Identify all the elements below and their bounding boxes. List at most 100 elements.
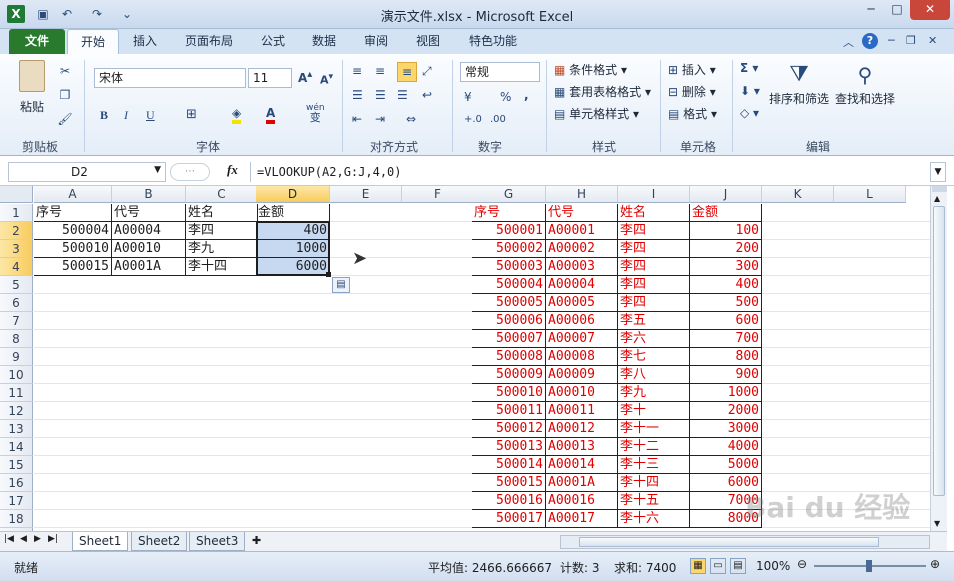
- right-table-cell[interactable]: 李十四: [618, 474, 690, 492]
- phonetic-icon[interactable]: wén 变: [306, 102, 325, 123]
- sort-filter-button[interactable]: ⧩ 排序和筛选: [768, 60, 830, 107]
- close-button[interactable]: ✕: [910, 0, 950, 20]
- right-table-cell[interactable]: 李四: [618, 294, 690, 312]
- split-box[interactable]: [932, 186, 947, 192]
- align-left-icon[interactable]: ☰: [352, 88, 363, 102]
- right-table-cell[interactable]: 500017: [472, 510, 546, 528]
- right-header-cell[interactable]: 姓名: [618, 204, 690, 222]
- right-table-cell[interactable]: A00009: [546, 366, 618, 384]
- align-middle-icon[interactable]: ≡: [375, 64, 385, 78]
- column-header-k[interactable]: K: [762, 186, 834, 203]
- tab-file[interactable]: 文件: [9, 29, 65, 54]
- borders-icon[interactable]: ⊞: [186, 107, 197, 122]
- column-header-b[interactable]: B: [112, 186, 186, 203]
- right-table-cell[interactable]: 500003: [472, 258, 546, 276]
- expand-formula-icon[interactable]: ▼: [930, 162, 946, 182]
- autosum-icon[interactable]: Σ ▾: [740, 61, 758, 75]
- right-table-cell[interactable]: 600: [690, 312, 762, 330]
- merge-center-icon[interactable]: ⇔: [406, 112, 416, 126]
- column-header-a[interactable]: A: [34, 186, 112, 203]
- right-table-cell[interactable]: 1000: [690, 384, 762, 402]
- first-sheet-icon[interactable]: |◀: [4, 534, 14, 544]
- new-sheet-icon[interactable]: ✚: [252, 534, 261, 547]
- right-table-cell[interactable]: A0001A: [546, 474, 618, 492]
- right-table-cell[interactable]: 李十五: [618, 492, 690, 510]
- tab-review[interactable]: 审阅: [355, 29, 397, 54]
- row-header-1[interactable]: 1: [0, 204, 33, 222]
- help-icon[interactable]: ?: [862, 33, 878, 49]
- right-table-cell[interactable]: 800: [690, 348, 762, 366]
- name-box[interactable]: D2 ▼: [8, 162, 166, 182]
- column-header-f[interactable]: F: [402, 186, 474, 203]
- right-table-cell[interactable]: 500004: [472, 276, 546, 294]
- row-header-13[interactable]: 13: [0, 420, 33, 438]
- row-header-9[interactable]: 9: [0, 348, 33, 366]
- right-table-cell[interactable]: 500013: [472, 438, 546, 456]
- right-table-cell[interactable]: 700: [690, 330, 762, 348]
- conditional-format-button[interactable]: ▦ 条件格式 ▾: [554, 61, 627, 78]
- column-header-i[interactable]: I: [618, 186, 690, 203]
- left-table-cell[interactable]: 500015: [34, 258, 112, 276]
- row-header-14[interactable]: 14: [0, 438, 33, 456]
- shrink-font-icon[interactable]: A▾: [320, 71, 333, 87]
- right-table-cell[interactable]: 500014: [472, 456, 546, 474]
- bold-button[interactable]: B: [100, 108, 108, 123]
- horizontal-scroll-thumb[interactable]: [579, 537, 879, 547]
- right-table-cell[interactable]: A00012: [546, 420, 618, 438]
- right-table-cell[interactable]: A00014: [546, 456, 618, 474]
- workbook-restore-icon[interactable]: ❐: [906, 34, 916, 47]
- increase-decimal-icon[interactable]: +.0: [464, 114, 482, 125]
- increase-indent-icon[interactable]: ⇥: [375, 112, 385, 126]
- right-table-cell[interactable]: 500016: [472, 492, 546, 510]
- wrap-text-icon[interactable]: ↩: [422, 88, 432, 102]
- left-table-cell[interactable]: A0001A: [112, 258, 186, 276]
- right-table-cell[interactable]: A00004: [546, 276, 618, 294]
- next-sheet-icon[interactable]: ▶: [34, 534, 41, 544]
- right-table-cell[interactable]: 500010: [472, 384, 546, 402]
- normal-view-icon[interactable]: ▦: [690, 558, 706, 574]
- column-header-d[interactable]: D: [256, 186, 330, 203]
- tab-data[interactable]: 数据: [303, 29, 345, 54]
- right-table-cell[interactable]: 500002: [472, 240, 546, 258]
- right-table-cell[interactable]: A00011: [546, 402, 618, 420]
- right-table-cell[interactable]: 200: [690, 240, 762, 258]
- zoom-in-icon[interactable]: ⊕: [930, 557, 940, 571]
- last-sheet-icon[interactable]: ▶|: [48, 534, 58, 544]
- row-header-10[interactable]: 10: [0, 366, 33, 384]
- right-table-cell[interactable]: A00001: [546, 222, 618, 240]
- sheet-tab-sheet2[interactable]: Sheet2: [131, 532, 188, 551]
- right-table-cell[interactable]: A00017: [546, 510, 618, 528]
- zoom-slider-thumb[interactable]: [866, 560, 872, 572]
- align-top-icon[interactable]: ≡: [352, 64, 362, 78]
- font-size-select[interactable]: 11: [248, 68, 292, 88]
- align-right-icon[interactable]: ☰: [397, 88, 408, 102]
- format-cells-button[interactable]: ▤ 格式 ▾: [668, 105, 717, 122]
- prev-sheet-icon[interactable]: ◀: [20, 534, 27, 544]
- right-table-cell[interactable]: 100: [690, 222, 762, 240]
- tab-home[interactable]: 开始: [67, 29, 119, 54]
- number-format-select[interactable]: 常规: [460, 62, 540, 82]
- right-table-cell[interactable]: 500: [690, 294, 762, 312]
- formula-input[interactable]: =VLOOKUP(A2,G:J,4,0): [250, 162, 930, 182]
- right-table-cell[interactable]: A00013: [546, 438, 618, 456]
- right-table-cell[interactable]: 2000: [690, 402, 762, 420]
- tab-page-layout[interactable]: 页面布局: [176, 29, 242, 54]
- italic-button[interactable]: I: [124, 108, 128, 123]
- column-header-h[interactable]: H: [546, 186, 618, 203]
- row-header-6[interactable]: 6: [0, 294, 33, 312]
- copy-icon[interactable]: ❐: [57, 88, 73, 102]
- left-table-cell[interactable]: 李四: [186, 222, 258, 240]
- left-table-cell[interactable]: 500010: [34, 240, 112, 258]
- font-color-icon[interactable]: A: [266, 106, 276, 124]
- vertical-scrollbar[interactable]: ▲ ▼: [930, 186, 947, 531]
- fill-handle[interactable]: [326, 272, 331, 277]
- row-header-16[interactable]: 16: [0, 474, 33, 492]
- left-table-cell[interactable]: 李九: [186, 240, 258, 258]
- minimize-button[interactable]: ─: [858, 0, 884, 20]
- right-table-cell[interactable]: A00008: [546, 348, 618, 366]
- maximize-button[interactable]: □: [884, 0, 910, 20]
- right-table-cell[interactable]: 500009: [472, 366, 546, 384]
- row-header-11[interactable]: 11: [0, 384, 33, 402]
- column-header-g[interactable]: G: [472, 186, 546, 203]
- sheet-tab-sheet3[interactable]: Sheet3: [189, 532, 246, 551]
